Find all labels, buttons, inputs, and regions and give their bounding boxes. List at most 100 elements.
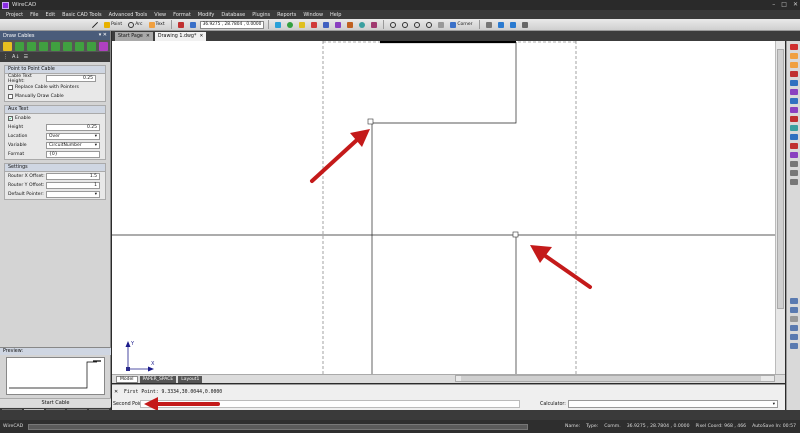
corner-button[interactable]: Corner [448,20,474,29]
undo-button[interactable] [496,20,506,29]
regen-icon[interactable] [789,343,798,349]
tab-layout1[interactable]: Layout1 [178,375,203,383]
dimension-icon[interactable] [789,116,798,122]
replace-cable-checkbox[interactable] [8,85,13,90]
tool-button-e[interactable] [321,20,331,29]
start-cable-button[interactable]: Start Cable [0,398,111,407]
tab-paper-space[interactable]: PAPER_SPACE [139,375,177,383]
hatch-icon[interactable] [789,125,798,131]
layer-button[interactable] [188,20,198,29]
tab-model[interactable]: Model [116,375,138,383]
menu-file[interactable]: File [30,12,38,18]
tool-button-i[interactable] [369,20,379,29]
vertical-scrollbar[interactable] [775,41,785,374]
cable-split-icon[interactable] [39,41,48,51]
tool-button-g[interactable] [345,20,355,29]
draw-circle-icon[interactable] [789,71,798,77]
pan-hand-icon[interactable] [789,316,798,322]
line-tool-button[interactable] [90,20,100,29]
cable-list-icon[interactable] [87,41,96,51]
cable-join-icon[interactable] [51,41,60,51]
draw-text-icon[interactable] [789,89,798,95]
arc-tool-button[interactable]: Arc [126,20,144,29]
menu-edit[interactable]: Edit [45,12,55,18]
router-y-input[interactable]: 1 [46,182,100,189]
draw-ellipse-icon[interactable] [789,107,798,113]
zoom-extents-button[interactable] [412,20,422,29]
cable-mode-icon[interactable] [3,41,12,51]
format-input[interactable]: {0} [46,151,100,158]
spline-icon[interactable] [789,152,798,158]
menu-basic-cad-tools[interactable]: Basic CAD Tools [62,12,102,18]
cable-route-icon[interactable] [27,41,36,51]
pan-button[interactable] [436,20,446,29]
pin-icon[interactable]: ▾ ✕ [99,32,107,38]
manual-draw-checkbox[interactable] [8,94,13,99]
insert-icon[interactable] [789,143,798,149]
cable-pointer-icon[interactable] [75,41,84,51]
horizontal-scrollbar[interactable] [455,375,775,382]
tool-button-f[interactable] [333,20,343,29]
measure-distance-icon[interactable] [789,161,798,167]
menu-advanced-tools[interactable]: Advanced Tools [109,12,148,18]
zoom-out-button[interactable] [400,20,410,29]
draw-polyline-icon[interactable] [789,62,798,68]
delete-icon[interactable] [789,44,798,50]
default-pointer-select[interactable] [46,191,100,198]
menu-format[interactable]: Format [173,12,191,18]
drawing-canvas[interactable]: Y X [112,40,775,374]
close-icon[interactable]: ✕ [114,389,120,395]
tool-button-a[interactable] [273,20,283,29]
zoom-in-side-icon[interactable] [789,298,798,304]
location-select[interactable]: Over [46,133,100,140]
zoom-window-button[interactable] [424,20,434,29]
menu-project[interactable]: Project [6,12,23,18]
cable-options-icon[interactable] [99,41,108,51]
zoom-prev-icon[interactable] [789,334,798,340]
tool-button-d[interactable] [309,20,319,29]
height-input[interactable]: 0.25 [46,124,100,131]
minimize-button[interactable]: – [772,1,775,8]
menu-plugins[interactable]: Plugins [252,12,270,18]
print-button[interactable] [520,20,530,29]
cable-text-height-input[interactable]: 0.25 [46,75,96,82]
close-button[interactable]: ✕ [793,1,798,8]
menu-database[interactable]: Database [221,12,245,18]
enable-checkbox[interactable]: ✔ [8,116,13,121]
redo-button[interactable] [508,20,518,29]
tool-button-b[interactable] [285,20,295,29]
menu-view[interactable]: View [154,12,166,18]
block-icon[interactable] [789,134,798,140]
cable-draw-icon[interactable] [15,41,24,51]
calculator-input[interactable] [568,400,778,408]
zoom-out-side-icon[interactable] [789,307,798,313]
properties-icon[interactable] [789,170,798,176]
tool-button-c[interactable] [297,20,307,29]
text-tool-button[interactable]: Text [147,20,167,29]
tab-start-page[interactable]: Start Page ✕ [115,32,153,41]
list-view-icon[interactable]: ☰ [24,54,28,60]
menu-help[interactable]: Help [330,12,341,18]
cable-bundle-icon[interactable] [63,41,72,51]
draw-arc-icon[interactable] [789,80,798,86]
variable-select[interactable]: CircuitNumber [46,142,100,149]
router-x-input[interactable]: 1.5 [46,173,100,180]
horizontal-scroll-thumb[interactable] [461,376,761,381]
sort-icon[interactable]: A↓ [12,54,20,60]
menu-window[interactable]: Window [303,12,323,18]
tab-drawing-1[interactable]: Drawing 1.dwg* ✕ [154,32,207,41]
zoom-in-button[interactable] [388,20,398,29]
maximize-button[interactable]: □ [781,1,787,8]
menu-reports[interactable]: Reports [277,12,296,18]
draw-rect-icon[interactable] [789,98,798,104]
point-tool-button[interactable]: Point [102,20,124,29]
zoom-all-icon[interactable] [789,325,798,331]
tool-button-h[interactable] [357,20,367,29]
grid-view-icon[interactable]: ⋮ [3,54,8,60]
menu-modify[interactable]: Modify [198,12,215,18]
vertical-scroll-thumb[interactable] [777,49,784,309]
close-icon[interactable]: ✕ [199,34,203,39]
close-icon[interactable]: ✕ [146,34,150,39]
snap-button[interactable] [176,20,186,29]
measure-button[interactable] [484,20,494,29]
